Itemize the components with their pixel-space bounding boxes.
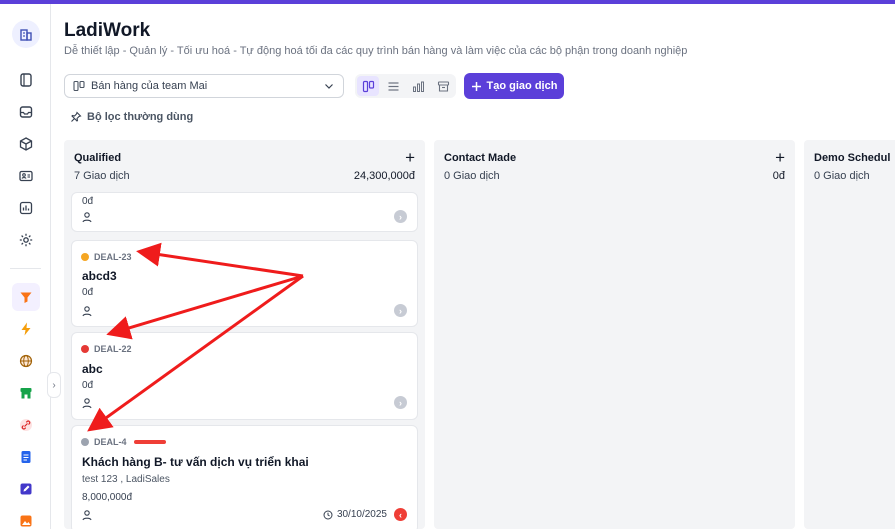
column-count: 7 Giao dịch [74, 170, 130, 182]
column-title: Contact Made [444, 152, 517, 164]
add-deal-plus-icon[interactable]: + [775, 149, 785, 166]
column-contact-made: Contact Made + 0 Giao dịch 0đ [434, 140, 795, 529]
kanban-view-icon[interactable] [357, 76, 379, 96]
chart-view-icon[interactable] [407, 76, 429, 96]
create-deal-label: Tạo giao dịch [486, 80, 558, 92]
user-icon[interactable] [81, 397, 93, 409]
deal-code: DEAL-4 [81, 437, 166, 447]
column-qualified: Qualified + 7 Giao dịch 24,300,000đ 0đ ›… [64, 140, 425, 529]
deal-name: abcd3 [82, 269, 117, 283]
image-icon[interactable] [12, 507, 40, 529]
edit-icon[interactable] [12, 475, 40, 503]
deal-amount: 0đ [82, 196, 94, 207]
kanban-board: Qualified + 7 Giao dịch 24,300,000đ 0đ ›… [64, 140, 895, 529]
deal-name: Khách hàng B- tư vấn dịch vụ triển khai [82, 455, 309, 469]
column-total: 24,300,000đ [353, 170, 415, 182]
deal-card[interactable]: 0đ › [71, 192, 418, 232]
column-total: 0đ [772, 170, 785, 182]
red-tag-bar [133, 440, 166, 444]
deal-amount: 8,000,000đ [82, 492, 133, 503]
column-header: Qualified + 7 Giao dịch 24,300,000đ [74, 149, 415, 182]
list-view-icon[interactable] [382, 76, 404, 96]
deal-due-date: 30/10/2025 [323, 509, 387, 520]
user-icon[interactable] [81, 509, 93, 521]
clock-icon [323, 510, 333, 519]
deal-contact: test 123 , LadiSales [82, 474, 170, 485]
sidebar [0, 4, 51, 529]
status-dot [81, 345, 89, 353]
inbox-icon[interactable] [12, 98, 40, 126]
store-icon[interactable] [12, 379, 40, 407]
deal-code: DEAL-23 [81, 252, 132, 262]
page-title: LadiWork [64, 20, 151, 41]
add-deal-plus-icon[interactable]: + [405, 149, 415, 166]
saved-filters-link[interactable]: Bộ lọc thường dùng [70, 111, 193, 123]
open-deal-chevron-icon[interactable]: › [394, 210, 407, 223]
open-deal-chevron-icon[interactable]: › [394, 396, 407, 409]
deal-amount: 0đ [82, 287, 94, 298]
contact-card-icon[interactable] [12, 162, 40, 190]
open-deal-chevron-icon[interactable]: › [394, 304, 407, 317]
deal-code-text: DEAL-4 [94, 437, 127, 447]
kanban-small-icon [73, 80, 85, 92]
funnel-icon[interactable] [12, 283, 40, 311]
user-icon[interactable] [81, 305, 93, 317]
open-deal-chevron-icon[interactable]: ‹ [394, 508, 407, 521]
deal-card[interactable]: DEAL-22 abc 0đ › [71, 332, 418, 420]
saved-filters-label: Bộ lọc thường dùng [87, 111, 194, 123]
page-subtitle: Dễ thiết lập - Quản lý - Tối ưu hoá - Tự… [64, 45, 688, 57]
sidebar-divider [10, 268, 41, 269]
building-icon[interactable] [12, 20, 40, 48]
column-title: Demo Schedul [814, 152, 891, 164]
deal-due-date-text: 30/10/2025 [336, 509, 387, 520]
column-title: Qualified [74, 152, 122, 164]
column-header: Contact Made + 0 Giao dịch 0đ [444, 149, 785, 182]
box-icon[interactable] [12, 130, 40, 158]
archive-icon[interactable] [432, 76, 454, 96]
deal-name: abc [82, 362, 103, 376]
deal-code-text: DEAL-23 [94, 252, 132, 262]
deal-card[interactable]: DEAL-4 Khách hàng B- tư vấn dịch vụ triể… [71, 425, 418, 529]
link-icon[interactable] [12, 411, 40, 439]
plus-icon [471, 81, 481, 91]
pipeline-select[interactable]: Bán hàng của team Mai [64, 74, 344, 98]
column-count: 0 Giao dịch [444, 170, 500, 182]
column-header: Demo Schedul 0 Giao dịch [814, 152, 895, 182]
user-icon[interactable] [81, 211, 93, 223]
lightning-icon[interactable] [12, 315, 40, 343]
globe-icon[interactable] [12, 347, 40, 375]
settings-icon[interactable] [12, 226, 40, 254]
main-content: LadiWork Dễ thiết lập - Quản lý - Tối ưu… [51, 4, 895, 529]
status-dot [81, 253, 89, 261]
chevron-down-icon [325, 84, 333, 89]
deal-amount: 0đ [82, 380, 94, 391]
deal-card[interactable]: DEAL-23 abcd3 0đ › [71, 240, 418, 327]
status-dot [81, 438, 89, 446]
report-icon[interactable] [12, 194, 40, 222]
column-demo-scheduled: Demo Schedul 0 Giao dịch [804, 140, 895, 529]
deal-code: DEAL-22 [81, 344, 132, 354]
column-count: 0 Giao dịch [814, 170, 870, 182]
deal-code-text: DEAL-22 [94, 344, 132, 354]
document-icon[interactable] [12, 443, 40, 471]
book-icon[interactable] [12, 66, 40, 94]
view-switcher [355, 74, 456, 98]
create-deal-button[interactable]: Tạo giao dịch [464, 73, 564, 99]
pipeline-select-value: Bán hàng của team Mai [91, 80, 208, 92]
pin-icon [71, 111, 82, 122]
